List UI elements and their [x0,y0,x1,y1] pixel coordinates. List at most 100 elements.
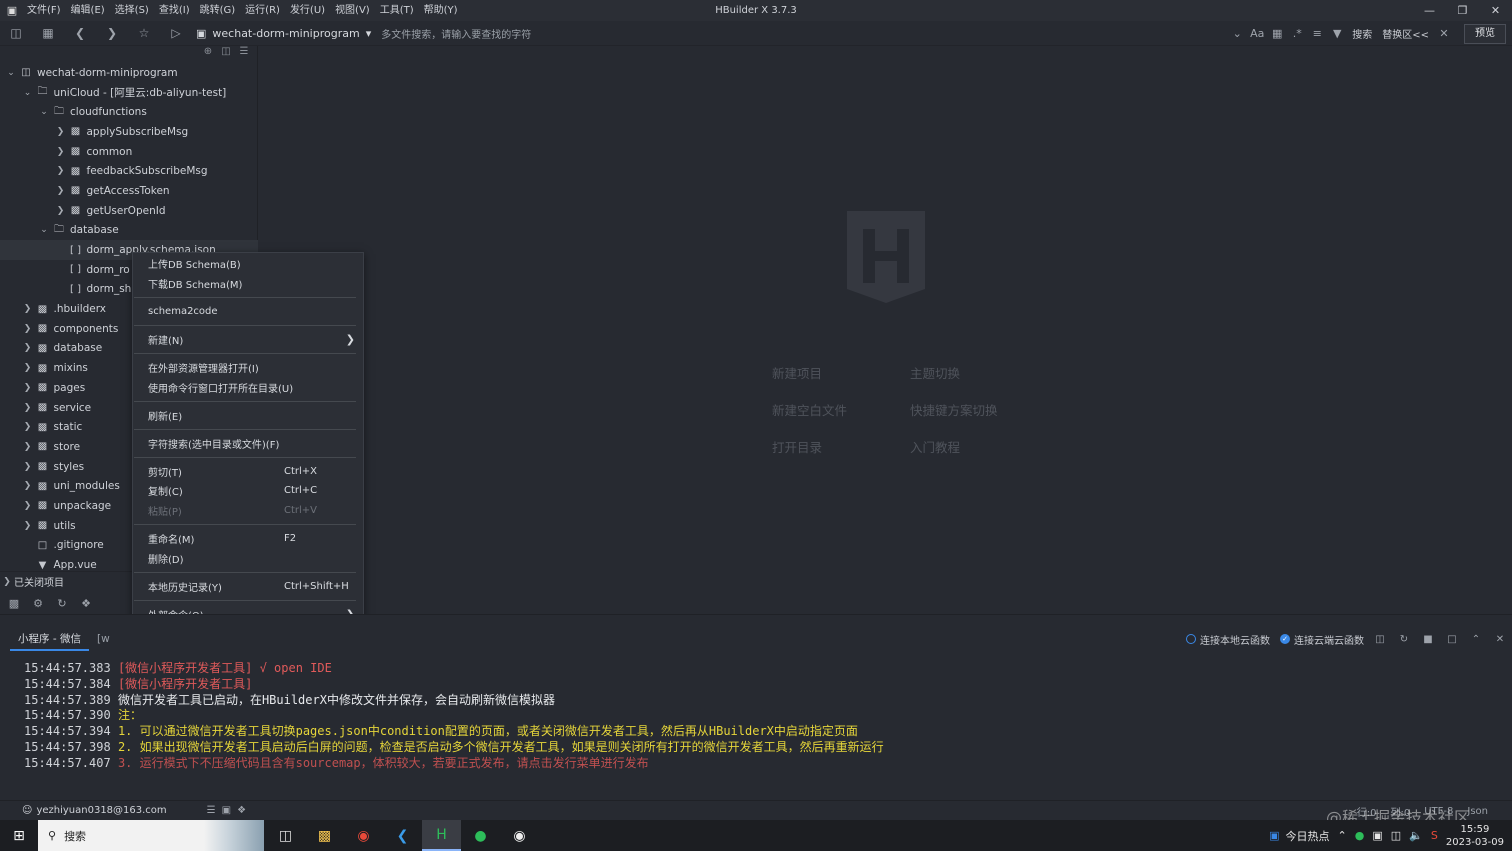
volume-icon[interactable]: 🔈 [1409,829,1423,842]
vscode-icon[interactable]: ❮ [383,820,422,851]
replace-toggle[interactable]: 替换区<< [1377,26,1434,41]
tree-item[interactable]: ❯ ▩ getAccessToken [0,181,258,201]
minimize-icon[interactable]: — [1413,0,1446,21]
export-icon[interactable]: ◫ [1368,634,1392,645]
back-icon[interactable]: ❮ [64,21,96,46]
tree-item[interactable]: ⌄ ◫ wechat-dorm-miniprogram [0,63,258,83]
tree-item[interactable]: ❯ ▩ getUserOpenId [0,201,258,221]
context-menu-item[interactable]: 删除(D) [133,548,363,568]
context-menu-item[interactable]: 上传DB Schema(B) [133,254,363,274]
clock[interactable]: 15:59 2023-03-09 [1446,823,1504,849]
locate-icon[interactable]: ⊕ [201,46,215,62]
tree-item[interactable]: ❯ ▩ applySubscribeMsg [0,122,258,142]
wechat-tray-icon[interactable]: ● [1355,829,1365,842]
context-menu-item[interactable]: 新建(N) ❯ [133,330,363,350]
context-menu-item[interactable]: schema2code [133,302,363,322]
menu-item[interactable]: 帮助(Y) [419,0,463,21]
task-view-icon[interactable]: ◫ [266,820,305,851]
menu-item[interactable]: 查找(I) [154,0,195,21]
menu-separator [133,520,363,528]
globe-icon[interactable]: ❖ [237,805,246,816]
context-menu-item[interactable]: 使用命令行窗口打开所在目录(U) [133,377,363,397]
tree-item[interactable]: ⌄ 🗀 uniCloud - [阿里云:db-aliyun-test] [0,83,258,103]
menu-item[interactable]: 跳转(G) [195,0,241,21]
user-account[interactable]: ☺ yezhiyuan0318@163.com [22,805,167,816]
taskbar-search[interactable]: ⚲ 搜索 [38,820,264,851]
stop-icon[interactable]: ■ [1416,634,1440,645]
tree-item[interactable]: ❯ ▩ feedbackSubscribeMsg [0,161,258,181]
menu-item[interactable]: 文件(F) [22,0,66,21]
menu-item[interactable]: 发行(U) [285,0,330,21]
more-icon[interactable]: ☰ [237,46,251,62]
search-input[interactable]: 多文件搜索，请输入要查找的字符 [381,26,531,41]
antivirus-icon[interactable]: S [1431,829,1438,842]
list-icon[interactable]: ☰ [207,805,216,816]
windows-start-icon[interactable]: ⊞ [0,820,38,851]
close-icon[interactable]: ✕ [1434,27,1454,40]
chrome-icon[interactable]: ◉ [344,820,383,851]
wechat-icon[interactable]: ● [461,820,500,851]
news-widget[interactable]: ▣ 今日热点 [1269,828,1329,844]
format-icon[interactable]: ≡ [1307,27,1327,40]
welcome-link[interactable]: 主题切换 [910,363,1030,382]
welcome-link[interactable]: 新建项目 [772,363,910,382]
context-menu-item[interactable]: 刷新(E) [133,405,363,425]
hbuilderx-taskbar-icon[interactable]: H [422,820,461,851]
chevron-up-icon[interactable]: ⌃ [1338,829,1347,842]
restore-icon[interactable]: ❐ [1446,0,1479,21]
hbuilder-logo-icon[interactable]: ▣ [2,0,22,21]
plugin-icon[interactable]: ❖ [76,597,96,610]
local-fn-radio[interactable] [1186,634,1196,644]
welcome-link[interactable]: 快捷键方案切换 [910,400,1030,419]
preview-button[interactable]: 预览 [1464,23,1506,44]
context-menu-item[interactable]: 下载DB Schema(M) [133,274,363,294]
welcome-link[interactable]: 新建空白文件 [772,400,910,419]
menu-item[interactable]: 工具(T) [375,0,419,21]
collapse-all-icon[interactable]: ◫ [219,46,233,62]
match-case-icon[interactable]: Aa [1247,27,1267,40]
chevron-up-icon[interactable]: ⌃ [1464,634,1488,645]
clear-icon[interactable]: ✕ [1488,634,1512,645]
chevron-down-icon[interactable]: ⌄ [1227,27,1247,40]
whole-word-icon[interactable]: ▦ [1267,27,1287,40]
network-icon[interactable]: ◫ [1391,829,1401,842]
welcome-link[interactable]: 入门教程 [910,437,1030,456]
close-icon[interactable]: ✕ [1479,0,1512,21]
context-menu-item[interactable]: 在外部资源管理器打开(I) [133,358,363,378]
save-icon[interactable]: ▦ [32,21,64,46]
syntax-mode[interactable]: Json [1467,806,1488,817]
menu-item[interactable]: 选择(S) [110,0,154,21]
debug-icon[interactable]: ⚙ [28,597,48,610]
menu-item[interactable]: 视图(V) [330,0,375,21]
file-explorer-icon[interactable]: ▩ [305,820,344,851]
project-selector[interactable]: ▣ wechat-dorm-miniprogram ▾ [196,27,371,40]
maximize-icon[interactable]: □ [1440,634,1464,645]
context-menu-item[interactable]: 剪切(T) Ctrl+X [133,461,363,481]
star-icon[interactable]: ☆ [128,21,160,46]
context-menu-item[interactable]: 本地历史记录(Y) Ctrl+Shift+H [133,576,363,596]
context-menu-item[interactable]: 重命名(M) F2 [133,529,363,549]
terminal-icon[interactable]: ▣ [222,805,231,816]
tree-item[interactable]: ⌄ 🗀 cloudfunctions [0,102,258,122]
run-icon[interactable]: ▷ [160,21,192,46]
wechat-devtools-icon[interactable]: ◉ [500,820,539,851]
search-button[interactable]: 搜索 [1347,26,1377,41]
new-file-icon[interactable]: ◫ [0,21,32,46]
folder-icon[interactable]: ▩ [4,597,24,610]
cloud-fn-radio[interactable]: ✓ [1280,634,1290,644]
forward-icon[interactable]: ❯ [96,21,128,46]
tree-item[interactable]: ❯ ▩ common [0,142,258,162]
context-menu-item[interactable]: 字符搜索(选中目录或文件)(F) [133,433,363,453]
context-menu-item[interactable]: 复制(C) Ctrl+C [133,481,363,501]
restart-icon[interactable]: ↻ [1392,634,1416,645]
tab-wechat-miniprogram[interactable]: 小程序 - 微信 [10,627,89,651]
filter-icon[interactable]: ▼ [1327,27,1347,40]
tree-item[interactable]: ⌄ 🗀 database [0,221,258,241]
app-tray-icon[interactable]: ▣ [1372,829,1382,842]
menu-item[interactable]: 编辑(E) [66,0,110,21]
menu-item[interactable]: 运行(R) [240,0,285,21]
regex-icon[interactable]: .* [1287,27,1307,40]
welcome-link[interactable]: 打开目录 [772,437,910,456]
tab-second[interactable]: [w [91,627,116,651]
source-control-icon[interactable]: ↻ [52,597,72,610]
